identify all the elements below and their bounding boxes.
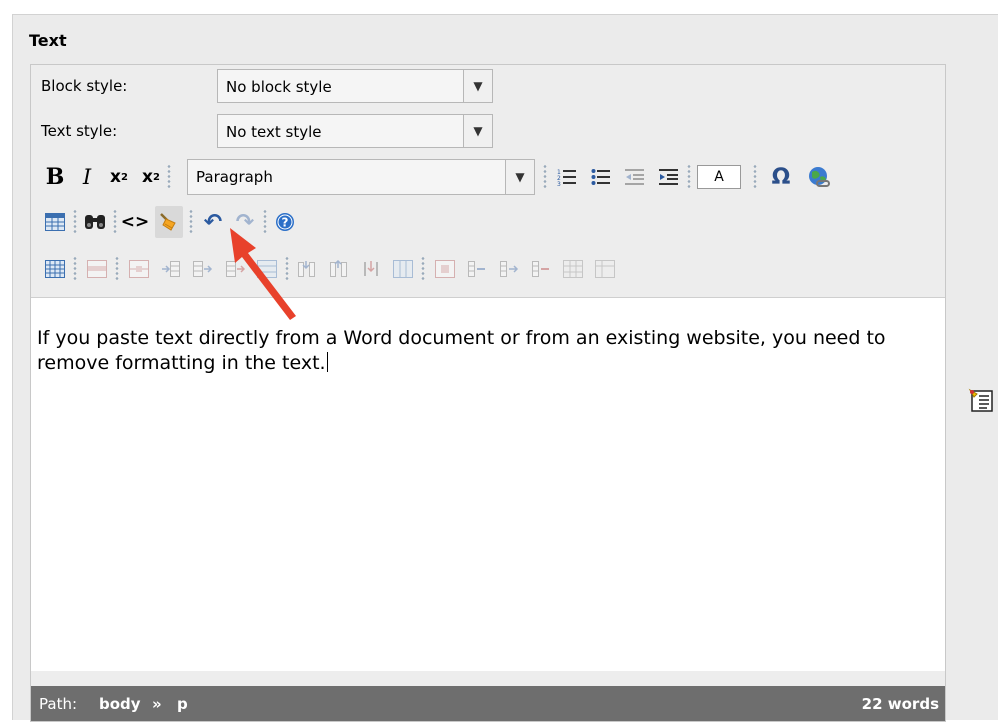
special-character-icon[interactable]: Ω: [767, 161, 795, 193]
toolbar-separator: [73, 209, 77, 235]
row-before-icon[interactable]: [463, 253, 491, 285]
field-title: Text: [29, 31, 67, 50]
toolbar-separator: [73, 256, 77, 282]
table-properties-icon[interactable]: [41, 253, 69, 285]
toolbar-separator: [543, 164, 547, 190]
undo-icon[interactable]: ↶: [199, 206, 227, 238]
toolbar-separator: [167, 164, 171, 190]
word-count: 22 words: [861, 695, 939, 713]
field-notes-icon[interactable]: [968, 388, 994, 414]
ordered-list-icon[interactable]: 123: [553, 161, 581, 193]
block-style-value: No block style: [226, 78, 332, 96]
svg-text:3: 3: [557, 181, 561, 187]
status-bar: Path: body » p 22 words: [31, 686, 945, 721]
font-color-button[interactable]: A: [697, 165, 741, 189]
insert-row-after-icon[interactable]: [189, 253, 217, 285]
text-caret: [326, 352, 328, 372]
block-style-select[interactable]: No block style ▼: [217, 69, 493, 103]
cell-properties-icon[interactable]: [125, 253, 153, 285]
grid-icon[interactable]: [559, 253, 587, 285]
editor-content-area[interactable]: If you paste text directly from a Word d…: [31, 297, 945, 671]
italic-icon[interactable]: I: [73, 161, 101, 193]
chevron-down-icon[interactable]: ▼: [463, 70, 492, 102]
cleanup-formatting-broom-icon[interactable]: [155, 206, 183, 238]
text-style-select[interactable]: No text style ▼: [217, 114, 493, 148]
editor-paragraph-text: If you paste text directly from a Word d…: [37, 327, 886, 374]
insert-row-before-icon[interactable]: [157, 253, 185, 285]
row-delete-icon[interactable]: [527, 253, 555, 285]
toolbar-separator: [753, 164, 757, 190]
insert-link-globe-icon[interactable]: [805, 161, 833, 193]
outdent-icon[interactable]: [621, 161, 649, 193]
editor-paragraph[interactable]: If you paste text directly from a Word d…: [37, 326, 937, 376]
subscript-icon[interactable]: x2: [105, 161, 133, 193]
toolbar-separator: [189, 209, 193, 235]
path-element-p[interactable]: p: [177, 695, 188, 713]
unordered-list-icon[interactable]: [587, 161, 615, 193]
row-properties-icon[interactable]: [83, 253, 111, 285]
table-icon[interactable]: [41, 206, 69, 238]
block-style-label: Block style:: [41, 77, 128, 95]
delete-col-icon[interactable]: [357, 253, 385, 285]
text-style-value: No text style: [226, 123, 322, 141]
annotation-arrow-icon: [230, 228, 296, 320]
toolbar-separator: [421, 256, 425, 282]
text-field-panel: Text Block style: No block style ▼ Text …: [12, 14, 998, 722]
find-replace-icon[interactable]: [81, 206, 109, 238]
path-label: Path:: [39, 695, 78, 713]
format-select-value: Paragraph: [196, 168, 273, 186]
toolbar-row-3: [41, 253, 841, 285]
bold-icon[interactable]: B: [41, 161, 69, 193]
toolbar-separator: [687, 164, 691, 190]
chevron-down-icon[interactable]: ▼: [505, 160, 534, 194]
indent-icon[interactable]: [655, 161, 683, 193]
row-after-icon[interactable]: [495, 253, 523, 285]
merge-cells-icon[interactable]: [389, 253, 417, 285]
chevron-down-icon[interactable]: ▼: [463, 115, 492, 147]
insert-col-after-icon[interactable]: [325, 253, 353, 285]
text-style-label: Text style:: [41, 122, 118, 140]
grid-alt-icon[interactable]: [591, 253, 619, 285]
toolbar-separator: [115, 256, 119, 282]
toolbar-separator: [113, 209, 117, 235]
rich-text-editor: Block style: No block style ▼ Text style…: [30, 64, 946, 722]
path-element-body[interactable]: body: [99, 695, 141, 713]
superscript-icon[interactable]: x2: [137, 161, 165, 193]
html-source-icon[interactable]: <>: [121, 206, 150, 238]
path-separator: »: [152, 695, 162, 713]
format-select[interactable]: Paragraph ▼: [187, 159, 535, 195]
table-cell-icon[interactable]: [431, 253, 459, 285]
toolbar-row-1: B I x2 x2 Paragraph ▼ 123 A Ω: [41, 159, 941, 195]
